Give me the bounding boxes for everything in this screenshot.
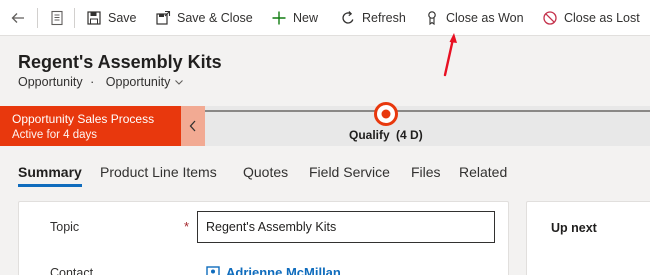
refresh-icon	[340, 10, 356, 26]
process-track	[205, 110, 650, 112]
close-as-lost-label: Close as Lost	[564, 11, 640, 25]
process-name-panel[interactable]: Opportunity Sales Process Active for 4 d…	[0, 106, 181, 146]
trophy-icon	[424, 10, 440, 26]
process-collapse-button[interactable]	[181, 106, 205, 146]
record-subtitle: Opportunity · Opportunity	[18, 75, 184, 89]
active-stage-marker-icon[interactable]	[374, 102, 398, 126]
tab-files[interactable]: Files	[411, 164, 441, 180]
topic-label: Topic	[50, 220, 80, 234]
tab-field-service[interactable]: Field Service	[309, 164, 390, 180]
active-tab-indicator	[18, 184, 82, 187]
summary-form-section: Topic * Contact Adrienne McMillan	[18, 201, 509, 275]
tab-quotes[interactable]: Quotes	[243, 164, 288, 180]
back-button[interactable]	[10, 0, 32, 36]
business-process-bar: Opportunity Sales Process Active for 4 d…	[0, 102, 650, 146]
save-label: Save	[108, 11, 137, 25]
refresh-label: Refresh	[362, 11, 406, 25]
new-label: New	[293, 11, 319, 25]
toolbar-divider	[74, 8, 75, 28]
entity-separator: ·	[90, 75, 95, 89]
save-disk-icon	[86, 10, 102, 26]
contact-lookup-link[interactable]: Adrienne McMillan	[206, 265, 341, 275]
toolbar-divider	[37, 8, 38, 28]
back-arrow-icon	[10, 10, 26, 26]
form-tabs: Summary Product Line Items Quotes Field …	[0, 146, 650, 192]
tab-summary[interactable]: Summary	[18, 164, 82, 180]
save-and-close-button[interactable]: Save & Close	[155, 0, 253, 36]
process-active-duration: Active for 4 days	[12, 129, 98, 141]
topic-input[interactable]	[197, 211, 495, 243]
new-button[interactable]: New	[271, 0, 318, 36]
close-as-lost-button[interactable]: Close as Lost	[542, 0, 640, 36]
annotation-arrow-icon	[443, 33, 457, 77]
contact-name: Adrienne McMillan	[226, 265, 341, 275]
command-bar: Save Save & Close New Refresh Close as W…	[0, 0, 650, 36]
required-marker: *	[184, 219, 190, 234]
form-view-button[interactable]	[49, 0, 71, 36]
tab-related[interactable]: Related	[459, 164, 507, 180]
save-close-label: Save & Close	[177, 11, 253, 25]
form-selector[interactable]: Opportunity	[106, 75, 185, 89]
form-document-icon	[49, 10, 65, 26]
chevron-down-icon	[175, 80, 184, 85]
entity-name: Opportunity	[18, 75, 83, 89]
chevron-left-icon	[189, 120, 196, 132]
stage-name: Qualify	[349, 128, 390, 142]
process-name: Opportunity Sales Process	[12, 112, 155, 126]
process-stage-label[interactable]: Qualify (4 D)	[349, 128, 423, 142]
stage-duration: (4 D)	[396, 128, 423, 142]
prohibited-icon	[542, 10, 558, 26]
save-close-icon	[155, 10, 171, 26]
up-next-panel: Up next	[526, 201, 650, 275]
close-as-won-label: Close as Won	[446, 11, 524, 25]
contact-card-icon	[206, 265, 220, 275]
up-next-heading: Up next	[551, 221, 597, 235]
contact-label: Contact	[50, 266, 94, 275]
record-title: Regent's Assembly Kits	[18, 52, 222, 72]
form-selector-label: Opportunity	[105, 75, 171, 89]
refresh-button[interactable]: Refresh	[340, 0, 406, 36]
plus-icon	[271, 10, 287, 26]
tab-product-line-items[interactable]: Product Line Items	[100, 164, 217, 180]
save-button[interactable]: Save	[86, 0, 137, 36]
